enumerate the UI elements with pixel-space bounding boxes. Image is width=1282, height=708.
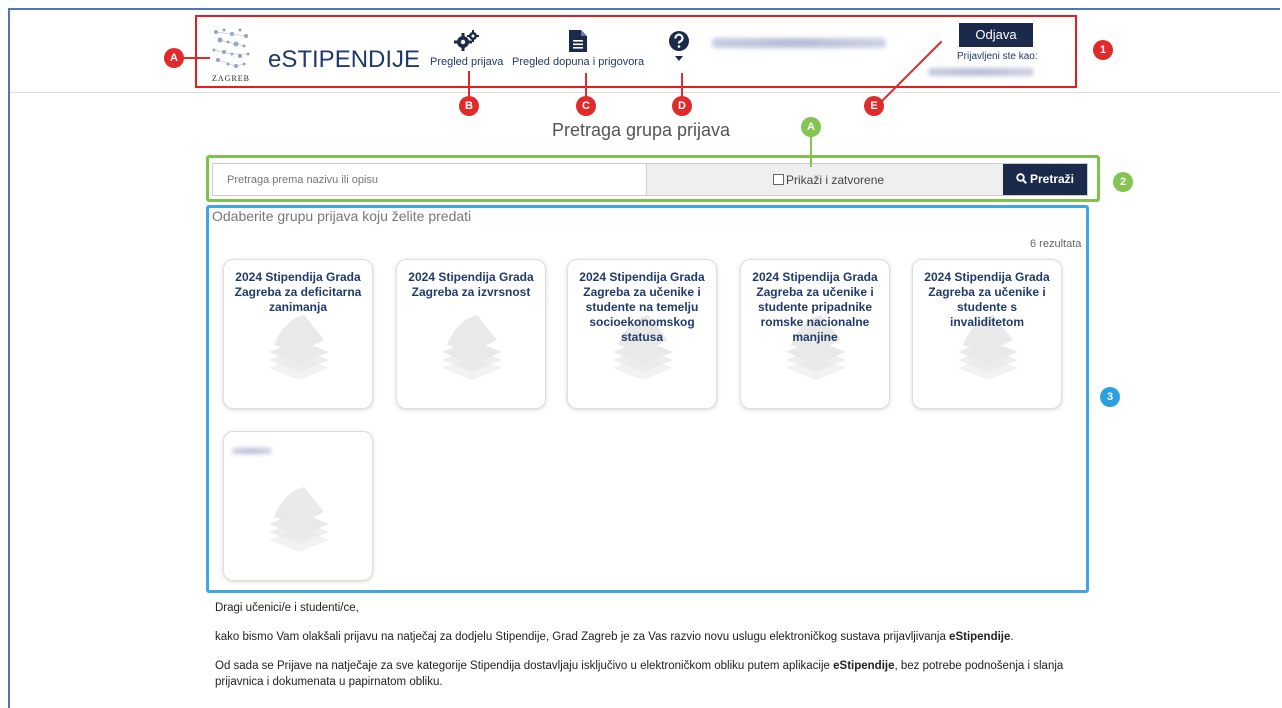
intro-text: Dragi učenici/e i studenti/ce, kako bism… [215,600,1095,703]
page-title: Pretraga grupa prijava [551,120,731,140]
annotation-badge: 1 [1093,40,1113,60]
annotation-badge: A [164,48,184,68]
annotation-badge: D [672,96,692,116]
intro-paragraph-2: Od sada se Prijave na natječaje za sve k… [215,660,1064,688]
annotation-search-box [206,155,1100,202]
intro-paragraph-1: kako bismo Vam olakšali prijavu na natje… [215,631,1014,643]
header-divider [10,92,1280,93]
annotation-results-box [206,205,1089,593]
annotation-badge: B [459,96,479,116]
annotation-badge: C [576,96,596,116]
annotation-badge: A [801,117,821,137]
annotation-badge: 2 [1113,172,1133,192]
greeting: Dragi učenici/e i studenti/ce, [215,602,359,614]
annotation-pointer [182,57,210,59]
annotation-badge: 3 [1100,387,1120,407]
annotation-badge: E [864,96,884,116]
annotation-header-box [195,15,1077,88]
annotation-pointer [810,137,812,167]
